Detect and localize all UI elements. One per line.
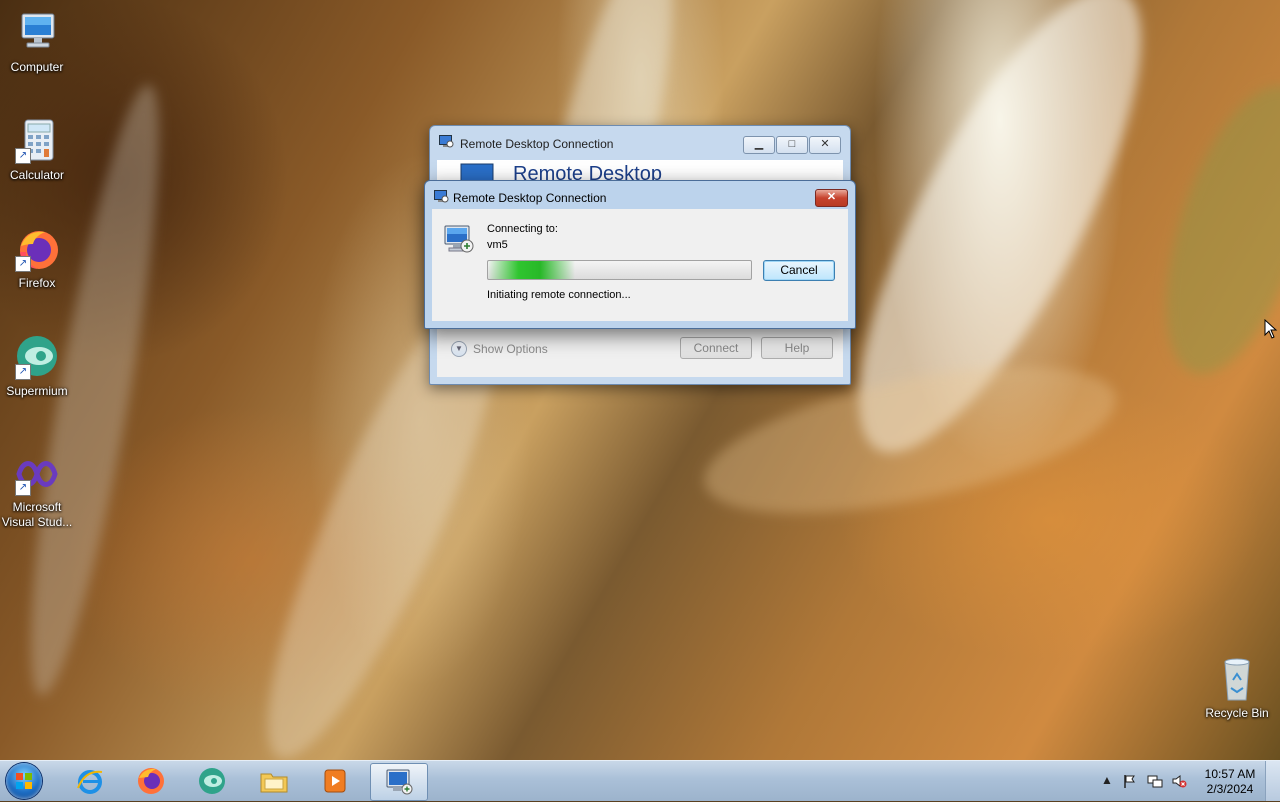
desktop-icon-label: Firefox [18, 276, 56, 290]
computer-icon [13, 10, 61, 58]
banner-heading: Remote Desktop [513, 163, 662, 180]
desktop-icon-calculator[interactable]: ↗ Calculator [0, 118, 75, 183]
close-button[interactable]: ✕ [809, 136, 841, 154]
firefox-icon [138, 768, 164, 794]
firefox-icon: ↗ [13, 226, 61, 274]
desktop-icon-label: Supermium [6, 384, 68, 398]
supermium-icon: ↗ [13, 334, 61, 382]
status-text: Initiating remote connection... [487, 289, 631, 301]
taskbar-internet-explorer[interactable] [62, 763, 118, 799]
shortcut-arrow-icon: ↗ [15, 256, 31, 272]
banner: Remote Desktop [437, 160, 843, 180]
calculator-icon: ↗ [13, 118, 61, 166]
window-title: Remote Desktop Connection [460, 137, 614, 151]
taskbar-file-explorer[interactable] [246, 763, 302, 799]
desktop-icon-label: Visual Stud... [1, 515, 73, 529]
clock-time: 10:57 AM [1204, 767, 1256, 781]
show-hidden-icons-button[interactable]: ▲ [1099, 773, 1115, 789]
windows-logo-icon [16, 773, 32, 789]
chevron-down-icon: ▼ [451, 341, 467, 357]
remote-desktop-icon [439, 135, 454, 148]
action-center-flag-icon[interactable] [1122, 773, 1138, 789]
help-button[interactable]: Help [761, 337, 833, 359]
minimize-button[interactable]: ▁ [743, 136, 775, 154]
file-explorer-icon [260, 773, 288, 793]
visual-studio-icon: ↗ [13, 450, 61, 498]
connecting-dialog[interactable]: Remote Desktop Connection ✕ Connecting t… [424, 180, 856, 329]
start-button[interactable] [6, 763, 42, 799]
shortcut-arrow-icon: ↗ [15, 480, 31, 496]
clock-date: 2/3/2024 [1206, 782, 1254, 796]
connecting-label: Connecting to: [487, 223, 558, 235]
show-desktop-button[interactable] [1265, 761, 1280, 801]
desktop-icon-visual-studio[interactable]: ↗ Microsoft Visual Stud... [0, 450, 75, 530]
taskbar-remote-desktop[interactable] [370, 763, 428, 801]
connect-button[interactable]: Connect [680, 337, 752, 359]
shortcut-arrow-icon: ↗ [15, 364, 31, 380]
dialog-title-bar[interactable]: Remote Desktop Connection ✕ [425, 181, 855, 209]
cancel-button[interactable]: Cancel [763, 260, 835, 281]
shortcut-arrow-icon: ↗ [15, 148, 31, 164]
desktop-icon-label: Calculator [9, 168, 65, 182]
dialog-content: Connecting to: vm5 Cancel Initiating rem… [432, 209, 848, 321]
taskbar-supermium[interactable] [184, 763, 240, 799]
connection-progress-bar [487, 260, 752, 280]
show-options-label: Show Options [473, 342, 548, 357]
close-button[interactable]: ✕ [815, 189, 848, 207]
title-bar[interactable]: Remote Desktop Connection ▁ □ ✕ [430, 126, 850, 160]
desktop-icon-label: Recycle Bin [1205, 706, 1269, 720]
maximize-button[interactable]: □ [776, 136, 808, 154]
host-name: vm5 [487, 239, 508, 251]
desktop-icon-supermium[interactable]: ↗ Supermium [0, 334, 75, 399]
supermium-icon [199, 768, 225, 794]
taskbar: ▲ 10:57 AM 2/3/2024 [0, 760, 1280, 801]
remote-desktop-icon [460, 163, 494, 180]
desktop-icon-label: Microsoft [12, 500, 62, 514]
show-options-toggle[interactable]: ▼ Show Options [451, 341, 548, 358]
remote-desktop-icon [444, 225, 474, 253]
network-icon[interactable] [1147, 773, 1163, 789]
taskbar-firefox[interactable] [123, 763, 179, 799]
system-clock[interactable]: 10:57 AM 2/3/2024 [1195, 767, 1265, 797]
internet-explorer-icon [77, 770, 103, 794]
taskbar-media-player[interactable] [307, 763, 363, 799]
desktop-icon-computer[interactable]: Computer [0, 10, 75, 75]
desktop-icon-label: Computer [10, 60, 64, 74]
volume-muted-icon[interactable] [1171, 773, 1187, 789]
recycle-bin-icon [1213, 656, 1261, 704]
desktop-icon-recycle-bin[interactable]: Recycle Bin [1199, 656, 1275, 721]
options-bar: ▼ Show Options Connect Help [437, 324, 843, 377]
remote-desktop-icon [434, 190, 449, 203]
media-player-icon [324, 769, 346, 793]
desktop-icon-firefox[interactable]: ↗ Firefox [0, 226, 75, 291]
remote-desktop-icon [386, 769, 413, 795]
dialog-title: Remote Desktop Connection [453, 191, 607, 205]
mouse-cursor-icon [1264, 319, 1278, 339]
progress-fill [488, 261, 575, 279]
